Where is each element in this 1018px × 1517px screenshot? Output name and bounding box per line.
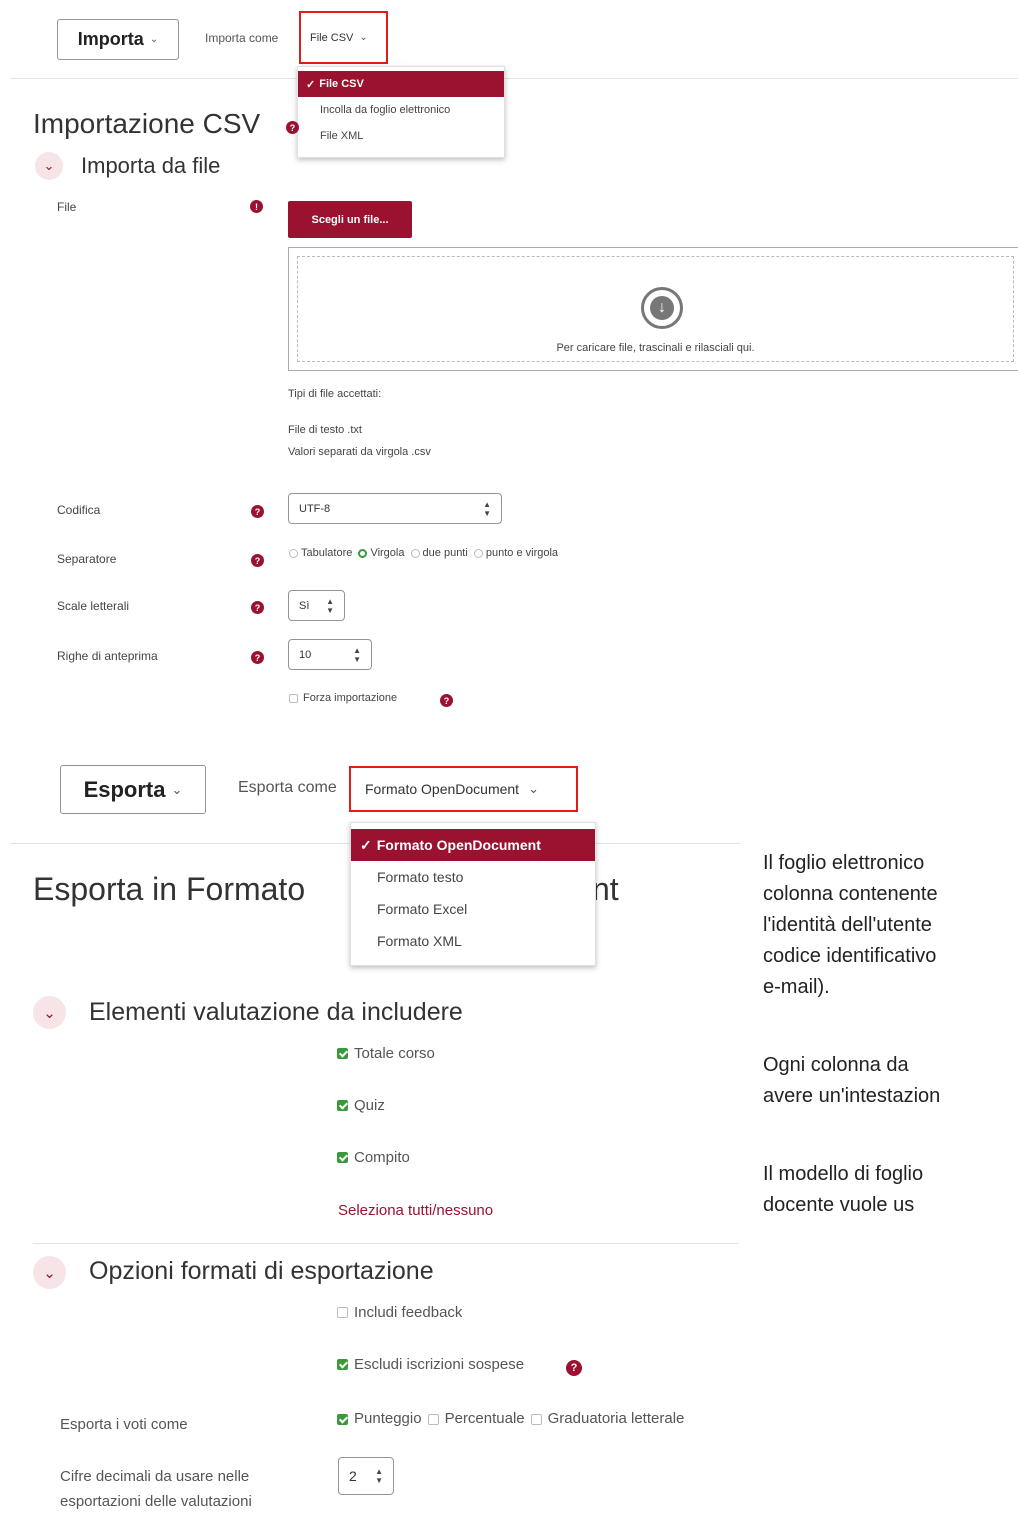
export-page-title-left: Esporta in Formato [33,871,306,907]
decimals-label-line2: esportazioni delle valutazioni [60,1493,252,1510]
checkbox-icon [337,1048,348,1059]
side-text-line: l'identità dell'utente [763,914,932,936]
export-grade-letter[interactable]: Graduatoria letterale [530,1410,684,1427]
export-menu-button[interactable]: Esporta ⌄ [60,765,206,814]
question-circle-icon[interactable]: ? [440,694,453,707]
import-from-file-heading: Importa da file [81,153,221,178]
import-as-label: Importa come [205,31,279,45]
checkbox-icon [337,1100,348,1111]
side-text-line: Il modello di foglio [763,1163,924,1185]
select-arrows-icon: ▲ ▼ [483,499,491,518]
accepted-types-label: Tipi di file accettati: [288,388,382,400]
checkbox-icon [337,1359,348,1370]
import-page-title: Importazione CSV [33,108,261,139]
chevron-down-icon: ⌄ [171,781,183,797]
preview-rows-label: Righe di anteprima [57,649,158,663]
question-circle-icon[interactable]: ? [251,601,264,614]
separator-label: Separatore [57,552,117,566]
import-format-dropdown: ✓ File CSV Incolla da foglio elettronico… [297,66,505,158]
side-text-line: Ogni colonna da [763,1054,909,1076]
chevron-down-icon: ⌄ [359,32,368,43]
grade-item-course-total[interactable]: Totale corso [337,1045,435,1062]
decimals-select[interactable]: 2 ▲ ▼ [338,1457,394,1495]
collapse-chevron-icon[interactable]: ⌄ [33,1256,66,1289]
letter-scales-select[interactable]: Sì ▲ ▼ [288,590,345,621]
dropdown-item-file-xml[interactable]: File XML [298,123,504,149]
export-menu-label: Esporta [83,776,166,802]
checkbox-icon [337,1307,348,1318]
collapse-chevron-icon[interactable]: ⌄ [33,996,66,1029]
select-arrows-icon: ▲ ▼ [375,1467,383,1485]
grade-items-heading: Elementi valutazione da includere [89,998,463,1026]
separator-radio-tab[interactable]: Tabulatore [289,547,352,559]
question-circle-icon[interactable]: ! [250,200,263,213]
question-circle-icon[interactable]: ? [251,554,264,567]
accepted-type-txt: File di testo .txt [288,424,362,436]
check-icon: ✓ [306,78,316,91]
export-format-selected: Formato OpenDocument [365,781,520,797]
format-options-divider [33,1243,738,1244]
side-text-line: e-mail). [763,976,830,998]
select-arrows-icon: ▲ ▼ [326,596,334,615]
include-feedback-checkbox[interactable]: Includi feedback [337,1304,462,1321]
letter-scales-label: Scale letterali [57,599,130,613]
separator-radio-comma[interactable]: Virgola [358,547,404,559]
select-arrows-icon: ▲ ▼ [353,645,361,664]
force-import-checkbox[interactable]: Forza importazione [289,692,397,704]
check-icon: ✓ [360,836,372,853]
question-circle-icon[interactable]: ? [251,651,264,664]
side-text-line: Il foglio elettronico [763,852,925,874]
side-text-line: codice identificativo [763,945,937,967]
export-page-title-right: nt [592,871,619,907]
side-text-line: colonna contenente [763,883,938,905]
separator-radio-semicolon[interactable]: punto e virgola [473,547,558,559]
dropdown-item-file-csv[interactable]: ✓ File CSV [298,71,504,97]
exclude-suspended-checkbox[interactable]: Escludi iscrizioni sospese [337,1356,524,1373]
file-dropzone[interactable]: ↓ Per caricare file, trascinali e rilasc… [288,247,1018,371]
collapse-chevron-icon[interactable]: ⌄ [35,152,63,180]
chevron-down-icon: ⌄ [149,34,159,45]
side-text-line: avere un'intestazion [763,1085,941,1107]
encoding-select[interactable]: UTF-8 ▲ ▼ [288,493,502,524]
export-grade-points[interactable]: Punteggio [337,1410,422,1427]
export-format-select[interactable]: Formato OpenDocument ⌄ [349,766,578,812]
format-options-heading: Opzioni formati di esportazione [89,1257,434,1285]
export-grades-as-label: Esporta i voti come [60,1416,188,1433]
preview-rows-select[interactable]: 10 ▲ ▼ [288,639,372,670]
dropzone-text: Per caricare file, trascinali e rilascia… [556,342,755,354]
download-circle-icon: ↓ [641,287,683,329]
separator-radio-colon[interactable]: due punti [410,547,468,559]
grade-item-quiz[interactable]: Quiz [337,1097,385,1114]
chevron-down-icon: ⌄ [528,781,539,796]
export-format-dropdown: ✓ Formato OpenDocument Formato testo For… [350,822,596,966]
dropdown-item-opendocument[interactable]: ✓ Formato OpenDocument [351,829,595,861]
import-divider [10,78,1018,79]
checkbox-icon [289,693,298,703]
side-text-line: docente vuole us [763,1194,915,1216]
select-all-none-link[interactable]: Seleziona tutti/nessuno [338,1202,493,1219]
grade-item-assignment[interactable]: Compito [337,1149,410,1166]
question-circle-icon[interactable]: ? [286,121,299,134]
dropdown-item-paste-spreadsheet[interactable]: Incolla da foglio elettronico [298,97,504,123]
import-menu-button[interactable]: Importa ⌄ [57,19,179,60]
export-grade-percentage[interactable]: Percentuale [427,1410,525,1427]
export-as-label: Esporta come [238,779,337,796]
choose-file-button[interactable]: Scegli un file... [288,201,412,238]
separator-radio-group: Tabulatore Virgola due punti punto e vir… [289,547,558,559]
dropdown-item-text[interactable]: Formato testo [351,861,595,893]
checkbox-icon [337,1152,348,1163]
import-menu-label: Importa [77,29,144,49]
dropdown-item-excel[interactable]: Formato Excel [351,893,595,925]
encoding-label: Codifica [57,503,101,517]
file-label: File [57,200,77,214]
import-format-select[interactable]: File CSV ⌄ [299,11,388,64]
question-circle-icon[interactable]: ? [566,1360,582,1376]
decimals-label-line1: Cifre decimali da usare nelle [60,1468,250,1485]
export-grades-options: Punteggio Percentuale Graduatoria letter… [337,1410,684,1427]
accepted-type-csv: Valori separati da virgola .csv [288,446,431,458]
dropdown-item-xml[interactable]: Formato XML [351,925,595,957]
import-format-selected: File CSV [310,31,354,44]
question-circle-icon[interactable]: ? [251,505,264,518]
